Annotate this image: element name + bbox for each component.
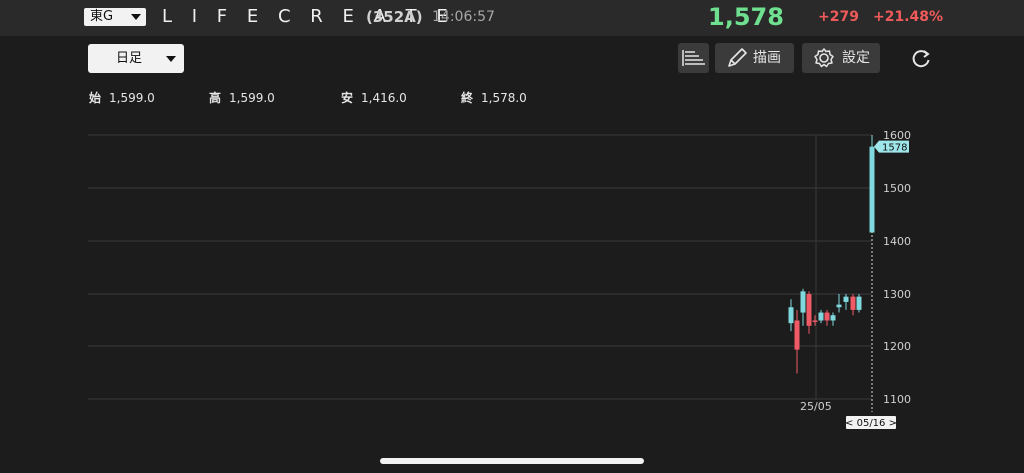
settings-label: 設定 <box>842 50 870 66</box>
gear-icon <box>814 48 834 68</box>
high-value: 1,599.0 <box>229 91 275 105</box>
candle-body <box>800 291 806 313</box>
candle-body <box>836 304 842 308</box>
last-price-label: 1578 <box>882 143 907 154</box>
chevron-down-icon <box>166 56 176 62</box>
y-tick-label: 1200 <box>883 340 911 353</box>
candle-body <box>788 307 794 324</box>
open-value: 1,599.0 <box>109 91 155 105</box>
ohlc-close: 終 1,578.0 <box>461 89 527 106</box>
settings-button[interactable]: 設定 <box>802 43 880 73</box>
exchange-label: 東G <box>90 9 114 24</box>
ohlc-low: 安 1,416.0 <box>341 89 407 106</box>
period-label: 日足 <box>115 51 142 66</box>
price-change: +279 <box>818 9 859 25</box>
open-key: 始 <box>89 91 102 105</box>
list-icon <box>682 50 705 66</box>
chevron-down-icon <box>131 14 141 20</box>
close-value: 1,578.0 <box>481 91 527 105</box>
exchange-selector[interactable]: 東G <box>84 8 146 26</box>
y-tick-label: 1600 <box>883 129 911 142</box>
draw-label: 描画 <box>753 50 781 66</box>
current-price: 1,578 <box>708 3 784 31</box>
period-selector[interactable]: 日足 <box>88 44 184 73</box>
ohlc-high: 高 1,599.0 <box>209 89 275 106</box>
ohlc-open: 始 1,599.0 <box>89 89 155 106</box>
candle-body <box>794 320 800 350</box>
candle-body <box>824 312 830 321</box>
candle-body <box>869 146 875 233</box>
y-tick-label: 1400 <box>883 235 911 248</box>
draw-button[interactable]: 描画 <box>715 43 794 73</box>
y-tick-label: 1500 <box>883 182 911 195</box>
price-change-percent: +21.48% <box>873 9 944 25</box>
high-key: 高 <box>209 91 222 105</box>
refresh-icon[interactable] <box>910 48 932 70</box>
cursor-date-label: < 05/16 > <box>845 418 897 429</box>
pencil-icon <box>728 48 747 67</box>
candle-body <box>806 294 812 326</box>
home-indicator[interactable] <box>380 458 644 464</box>
stock-code: (352A) <box>366 8 423 26</box>
indicator-list-button[interactable] <box>678 43 709 73</box>
candle-body <box>830 315 836 321</box>
low-key: 安 <box>341 91 354 105</box>
candle-body <box>850 296 856 310</box>
close-key: 終 <box>461 91 474 105</box>
x-tick-label: 25/05 <box>800 400 832 413</box>
y-tick-label: 1100 <box>883 393 911 406</box>
cursor-date-box <box>846 416 896 429</box>
last-price-tag <box>874 140 909 153</box>
y-tick-label: 1300 <box>883 288 911 301</box>
candle-body <box>812 320 818 322</box>
candle-body <box>856 296 862 310</box>
quote-time: 14:06:57 <box>432 9 495 25</box>
low-value: 1,416.0 <box>361 91 407 105</box>
candle-body <box>843 296 849 302</box>
header-bar: 東G L I F E C R E A T E (352A) 14:06:57 1… <box>0 0 1024 36</box>
candle-body <box>818 312 824 321</box>
